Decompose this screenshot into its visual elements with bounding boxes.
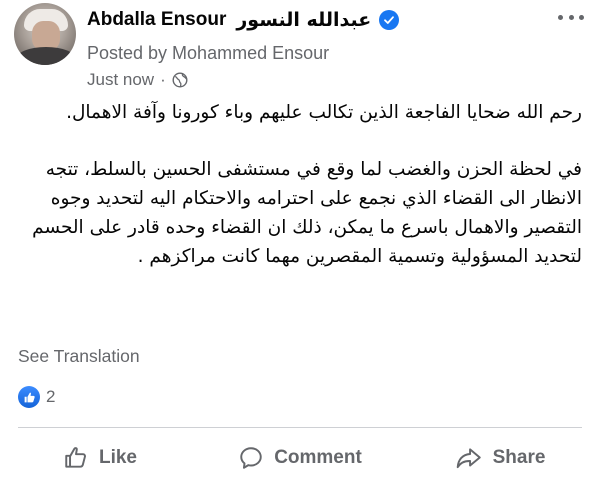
globe-icon[interactable] (172, 72, 188, 88)
comment-icon (240, 447, 262, 469)
reaction-summary[interactable]: 2 (18, 386, 55, 408)
see-translation-link[interactable]: See Translation (18, 346, 140, 367)
comment-button[interactable]: Comment (200, 438, 400, 478)
facebook-post: Abdalla Ensour عبدالله النسور Posted by … (0, 0, 600, 486)
post-meta: Just now · (87, 70, 188, 90)
share-icon (456, 448, 481, 469)
post-text: رحم الله ضحايا الفاجعة الذين تكالب عليهم… (18, 98, 582, 271)
like-label: Like (98, 447, 138, 468)
reaction-count[interactable]: 2 (46, 387, 55, 407)
meta-separator: · (160, 70, 166, 89)
posted-by: Posted by Mohammed Ensour (87, 43, 330, 63)
post-paragraph: رحم الله ضحايا الفاجعة الذين تكالب عليهم… (66, 102, 582, 123)
divider (18, 427, 582, 428)
share-label: Share (492, 447, 546, 468)
avatar[interactable] (14, 3, 76, 65)
verified-badge-icon (379, 10, 400, 30)
share-button[interactable]: Share (400, 438, 600, 478)
more-options-icon[interactable] (558, 10, 584, 24)
author-name-arabic[interactable]: عبدالله النسور (236, 9, 371, 31)
action-bar: Like Comment Share (0, 438, 600, 478)
post-paragraph: في لحظة الحزن والغضب لما وقع في مستشفى ا… (32, 159, 582, 267)
like-button[interactable]: Like (0, 438, 200, 478)
like-reaction-icon (18, 386, 40, 408)
author-name[interactable]: Abdalla Ensour (87, 9, 226, 31)
comment-label: Comment (274, 447, 362, 468)
thumbs-up-icon (65, 447, 86, 468)
timestamp[interactable]: Just now (87, 70, 154, 90)
author-row: Abdalla Ensour عبدالله النسور (87, 6, 400, 34)
